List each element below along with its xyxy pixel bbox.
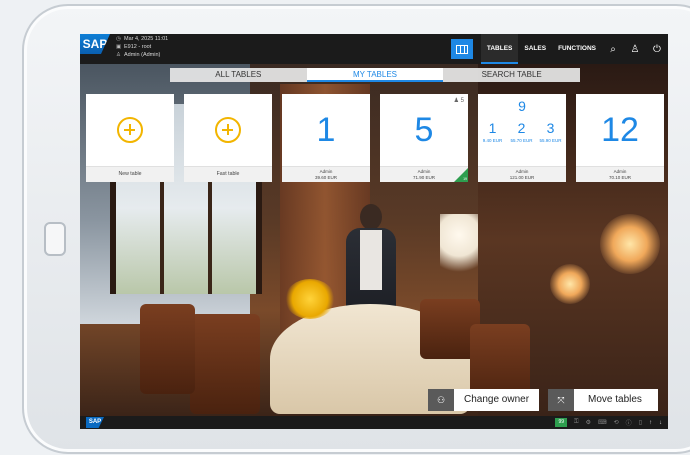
table-card-1[interactable]: 1 Admin 39.60 EUR	[282, 94, 370, 182]
back-icon[interactable]: ⟲	[614, 419, 619, 426]
terminal-icon: ▣	[116, 44, 122, 50]
split-number: 1	[488, 120, 497, 136]
table-amount: 70.10 EUR	[608, 175, 631, 180]
arrow-down-icon[interactable]: ↓	[659, 420, 662, 426]
footer-tools: 99 ⚿ ⚙ ⌨ ⟲ ⓘ ▯ ↑ ↓	[555, 418, 662, 427]
split-check-3[interactable]: 3 55.90 EUR	[536, 118, 565, 166]
table-amount: 121.00 EUR	[509, 175, 535, 180]
photo-lamp	[600, 214, 660, 274]
arrow-up-icon[interactable]: ↑	[649, 420, 652, 426]
keyboard-icon[interactable]: ⌨	[598, 419, 607, 426]
photo-flowers	[285, 279, 335, 319]
guest-count: ♟ 5	[454, 97, 464, 104]
split-amount: 55.70 EUR	[510, 138, 533, 143]
split-check-1[interactable]: 1 9.40 EUR	[478, 118, 507, 166]
info-icon[interactable]: ⓘ	[626, 418, 632, 427]
photo-chair	[190, 314, 260, 414]
change-owner-button[interactable]: ⚇ Change owner	[428, 389, 540, 411]
photo-waitress-blouse	[360, 230, 382, 290]
table-card-5[interactable]: 5 ♟ 5 Admin 71.90 EUR 19	[380, 94, 468, 182]
move-tables-icon: ⤧	[548, 389, 574, 411]
table-number: 12	[601, 110, 639, 149]
split-amount: 55.90 EUR	[539, 138, 562, 143]
footer-sap-logo: SAP	[86, 417, 104, 428]
person-icon: ♟	[453, 98, 459, 104]
table-card-5-body: 5	[380, 94, 468, 166]
top-bar: SAP ◷ Mar 4, 2025 11:01 ▣ E912 - root ♙ Adm…	[80, 34, 668, 64]
table-number: 9	[518, 98, 526, 114]
tab-search-table[interactable]: SEARCH TABLE	[443, 68, 580, 82]
table-card-12-footer: Admin 70.10 EUR	[576, 166, 664, 182]
photo-waitress-head	[360, 204, 382, 230]
table-number: 5	[414, 110, 434, 149]
clock-icon: ◷	[116, 36, 121, 42]
app-screen: SAP ◷ Mar 4, 2025 11:01 ▣ E912 - root ♙ Adm…	[80, 34, 668, 429]
tab-my-tables[interactable]: MY TABLES	[306, 68, 444, 82]
nav-tables[interactable]: TABLES	[480, 34, 519, 64]
move-tables-button[interactable]: ⤧ Move tables	[548, 389, 658, 411]
change-owner-icon: ⚇	[428, 389, 454, 411]
sap-logo: SAP	[80, 34, 110, 54]
lock-icon[interactable]: ⚿	[574, 419, 579, 426]
power-icon[interactable]: ⏻	[646, 44, 668, 55]
table-card-9-footer: Admin 121.00 EUR	[478, 166, 566, 182]
main-nav: TABLES SALES FUNCTIONS ⌕ ♙ ⏻	[450, 34, 668, 64]
split-number: 2	[517, 120, 526, 136]
tablet-home-button	[44, 222, 66, 256]
nav-sales[interactable]: SALES	[518, 34, 552, 64]
terminal-label: E912 - root	[124, 44, 152, 50]
move-tables-label: Move tables	[574, 389, 658, 411]
tab-all-tables[interactable]: ALL TABLES	[170, 68, 307, 82]
split-number: 3	[546, 120, 555, 136]
bottom-bar: SAP 99 ⚿ ⚙ ⌨ ⟲ ⓘ ▯ ↑ ↓	[80, 416, 668, 429]
split-check-2[interactable]: 2 55.70 EUR	[507, 118, 536, 166]
table-card-1-body: 1	[282, 94, 370, 166]
table-card-9[interactable]: 9 1 9.40 EUR 2 55.70 EUR 3 55.90 EUR Adm…	[478, 94, 566, 182]
account-icon[interactable]: ♙	[624, 44, 646, 55]
guest-count-value: 5	[460, 98, 464, 104]
user-icon: ♙	[116, 52, 121, 58]
split-amount: 9.40 EUR	[482, 138, 503, 143]
new-table-card-body	[86, 94, 174, 166]
new-table-card[interactable]: New table	[86, 94, 174, 182]
datetime: Mar 4, 2025 11:01	[124, 36, 169, 42]
fast-table-card[interactable]: Fast table	[184, 94, 272, 182]
table-card-12[interactable]: 12 Admin 70.10 EUR	[576, 94, 664, 182]
message-count-badge[interactable]: 99	[555, 418, 567, 427]
device-icon[interactable]: ▯	[639, 419, 642, 426]
session-info: ◷ Mar 4, 2025 11:01 ▣ E912 - root ♙ Admin (…	[116, 35, 168, 59]
new-table-label: New table	[86, 166, 174, 182]
user-label: Admin (Admin)	[124, 52, 161, 58]
table-view-tabs: ALL TABLES MY TABLES SEARCH TABLE	[170, 68, 580, 82]
table-number: 1	[316, 110, 336, 149]
floorplan-button[interactable]	[450, 39, 473, 59]
search-icon[interactable]: ⌕	[602, 44, 624, 55]
floorplan-icon	[455, 44, 468, 54]
table-card-1-footer: Admin 39.60 EUR	[282, 166, 370, 182]
table-amount: 39.60 EUR	[314, 175, 337, 180]
photo-lamp	[550, 264, 590, 304]
fast-table-label: Fast table	[184, 166, 272, 182]
fast-add-icon	[215, 117, 241, 143]
status-corner-text: 19	[463, 177, 467, 181]
photo-chair	[140, 304, 195, 394]
change-owner-label: Change owner	[454, 389, 540, 411]
table-card-12-body: 12	[576, 94, 664, 166]
nav-functions[interactable]: FUNCTIONS	[552, 34, 602, 64]
settings-icon[interactable]: ⚙	[586, 419, 591, 426]
photo-orchid	[440, 214, 478, 284]
add-circle-icon	[117, 117, 143, 143]
fast-table-card-body	[184, 94, 272, 166]
